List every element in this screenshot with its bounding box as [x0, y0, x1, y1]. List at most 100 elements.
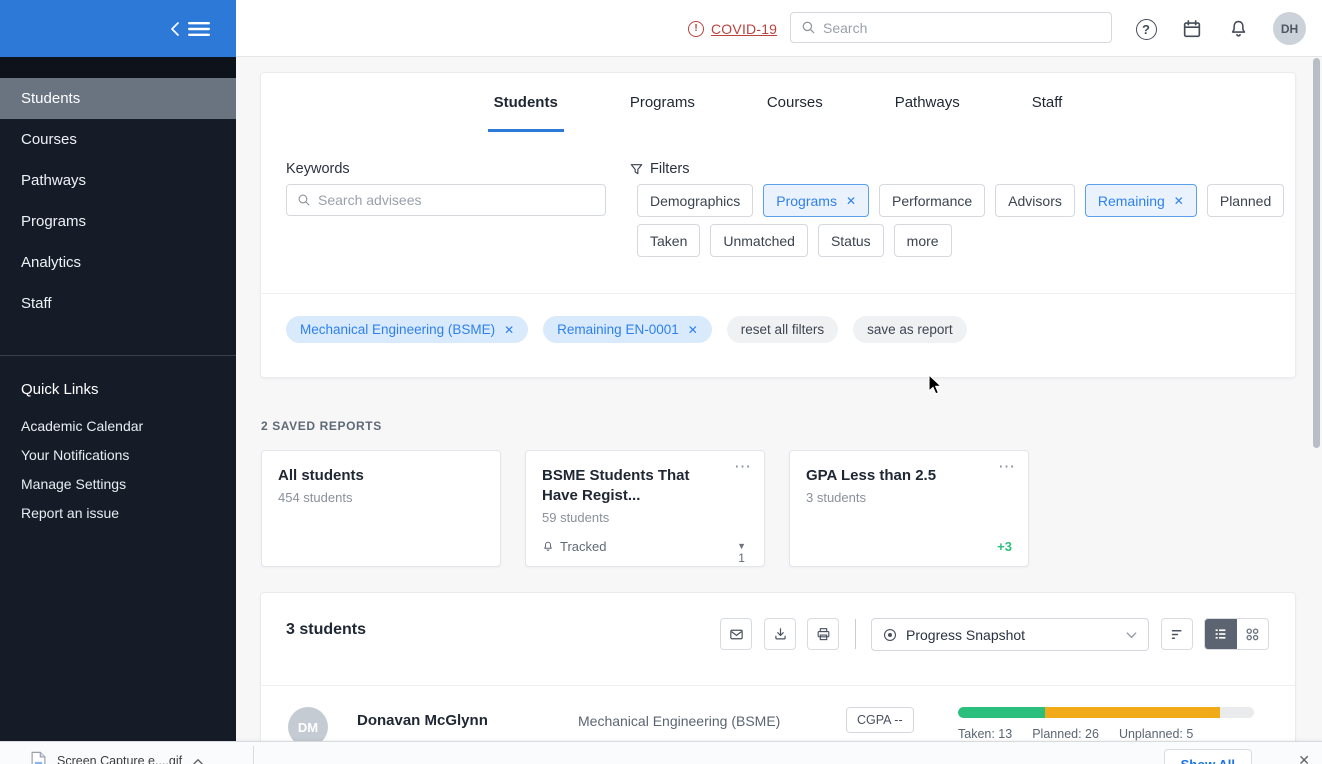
- filter-chip-more[interactable]: more: [894, 224, 952, 257]
- global-search: [790, 12, 1112, 43]
- report-badge: 1: [737, 551, 746, 565]
- list-view-button[interactable]: [1205, 619, 1237, 649]
- quick-link-report-an-issue[interactable]: Report an issue: [0, 498, 236, 527]
- help-button[interactable]: ?: [1134, 17, 1158, 41]
- report-subtitle: 3 students: [806, 490, 1012, 505]
- keywords-search-input[interactable]: [318, 192, 595, 208]
- covid-19-label: COVID-19: [711, 21, 777, 37]
- filters-label: Filters: [629, 161, 689, 177]
- remove-filter-icon[interactable]: ✕: [504, 323, 514, 337]
- applied-filter-remaining-en-0001[interactable]: Remaining EN-0001✕: [543, 316, 712, 343]
- user-avatar[interactable]: DH: [1273, 12, 1306, 45]
- tab-staff[interactable]: Staff: [1026, 73, 1069, 132]
- taken-label: Taken: 13: [958, 727, 1012, 741]
- planned-label: Planned: 26: [1032, 727, 1099, 741]
- filter-chip-advisors[interactable]: Advisors: [995, 184, 1075, 217]
- downloads-bar: Screen Capture e....gif Show All ✕: [0, 741, 1322, 764]
- eye-icon: [882, 627, 898, 643]
- download-button[interactable]: [764, 618, 796, 650]
- sidebar-item-analytics[interactable]: Analytics: [0, 242, 236, 283]
- notifications-button[interactable]: [1226, 17, 1250, 41]
- sidebar: Students Courses Pathways Programs Analy…: [0, 0, 236, 764]
- filter-chip-taken[interactable]: Taken: [637, 224, 700, 257]
- view-mode-dropdown[interactable]: Progress Snapshot: [871, 618, 1149, 651]
- remove-filter-icon[interactable]: ✕: [1174, 194, 1184, 208]
- applied-filter-mechanical-engineering[interactable]: Mechanical Engineering (BSME)✕: [286, 316, 528, 343]
- search-icon: [297, 193, 311, 207]
- filter-chip-remaining[interactable]: Remaining✕: [1085, 184, 1197, 217]
- list-view-icon: [1213, 627, 1228, 641]
- calendar-button[interactable]: [1180, 17, 1204, 41]
- global-search-input[interactable]: [823, 20, 1101, 36]
- tab-pathways[interactable]: Pathways: [889, 73, 966, 132]
- filter-chip-planned[interactable]: Planned: [1207, 184, 1284, 217]
- filter-chip-performance[interactable]: Performance: [879, 184, 985, 217]
- covid-19-link[interactable]: ! COVID-19: [688, 0, 777, 57]
- caret-up-icon[interactable]: [192, 757, 204, 764]
- filter-chip-unmatched[interactable]: Unmatched: [710, 224, 808, 257]
- downloaded-file[interactable]: Screen Capture e....gif: [30, 751, 204, 764]
- download-icon: [772, 626, 789, 643]
- filter-chip-programs[interactable]: Programs✕: [763, 184, 869, 217]
- sidebar-item-courses[interactable]: Courses: [0, 119, 236, 160]
- top-header: ! COVID-19 ? DH: [236, 0, 1322, 57]
- close-downloads-bar-icon[interactable]: ✕: [1298, 752, 1310, 764]
- report-title: All students: [278, 466, 484, 486]
- quick-link-your-notifications[interactable]: Your Notifications: [0, 440, 236, 469]
- bell-icon: [542, 540, 554, 553]
- save-as-report-button[interactable]: save as report: [853, 316, 967, 343]
- calendar-icon: [1181, 18, 1203, 40]
- remove-filter-icon[interactable]: ✕: [846, 194, 856, 208]
- sidebar-item-pathways[interactable]: Pathways: [0, 160, 236, 201]
- email-button[interactable]: [720, 618, 752, 650]
- quick-link-academic-calendar[interactable]: Academic Calendar: [0, 411, 236, 440]
- report-card-all-students[interactable]: All students 454 students: [261, 450, 501, 567]
- saved-reports-heading: 2 SAVED REPORTS: [261, 419, 382, 433]
- remove-filter-icon[interactable]: ✕: [688, 323, 698, 337]
- report-menu-icon[interactable]: ⋯: [998, 457, 1016, 477]
- sidebar-spacer: [0, 57, 236, 78]
- download-filename: Screen Capture e....gif: [57, 754, 182, 764]
- tab-programs[interactable]: Programs: [624, 73, 701, 132]
- help-icon: ?: [1136, 19, 1157, 40]
- filter-chip-demographics[interactable]: Demographics: [637, 184, 753, 217]
- reset-all-filters-button[interactable]: reset all filters: [727, 316, 838, 343]
- view-mode-label: Progress Snapshot: [906, 627, 1117, 643]
- student-name[interactable]: Donavan McGlynn: [357, 712, 488, 729]
- sort-button[interactable]: [1161, 618, 1193, 650]
- tab-courses[interactable]: Courses: [761, 73, 829, 132]
- filter-chips-row-1: Demographics Programs✕ Performance Advis…: [637, 184, 1284, 217]
- report-subtitle: 454 students: [278, 490, 484, 505]
- show-all-downloads-button[interactable]: Show All: [1164, 749, 1252, 764]
- progress-taken: [958, 707, 1045, 718]
- filter-chip-status[interactable]: Status: [818, 224, 884, 257]
- filter-card: Students Programs Courses Pathways Staff…: [260, 72, 1296, 378]
- expand-report-icon[interactable]: ▼: [737, 541, 746, 551]
- quick-link-manage-settings[interactable]: Manage Settings: [0, 469, 236, 498]
- report-card-gpa-less-than[interactable]: GPA Less than 2.5 3 students ⋯ +3: [789, 450, 1029, 567]
- progress-bar: [958, 707, 1254, 718]
- sidebar-item-programs[interactable]: Programs: [0, 201, 236, 242]
- tab-students[interactable]: Students: [488, 73, 564, 132]
- grid-view-button[interactable]: [1237, 619, 1269, 649]
- chevron-down-icon: [1125, 629, 1138, 641]
- report-menu-icon[interactable]: ⋯: [734, 457, 752, 477]
- sidebar-collapse-button[interactable]: [0, 0, 236, 57]
- file-icon: [30, 751, 47, 764]
- keywords-label: Keywords: [286, 161, 350, 177]
- sidebar-item-students[interactable]: Students: [0, 78, 236, 119]
- hamburger-menu-icon: [188, 21, 210, 37]
- app-root: Students Courses Pathways Programs Analy…: [0, 0, 1322, 764]
- student-program: Mechanical Engineering (BSME): [578, 713, 780, 729]
- sidebar-item-staff[interactable]: Staff: [0, 283, 236, 324]
- search-icon: [801, 20, 816, 35]
- report-card-bsme-students[interactable]: BSME Students That Have Regist... 59 stu…: [525, 450, 765, 567]
- filter-chips-row-2: Taken Unmatched Status more: [637, 224, 952, 257]
- toolbar-divider: [855, 619, 856, 649]
- scrollbar-thumb[interactable]: [1313, 58, 1320, 448]
- view-toggle: [1204, 618, 1269, 650]
- filter-card-divider: [261, 293, 1295, 294]
- row-separator: [261, 685, 1295, 686]
- print-button[interactable]: [807, 618, 839, 650]
- report-title: GPA Less than 2.5: [806, 466, 1012, 486]
